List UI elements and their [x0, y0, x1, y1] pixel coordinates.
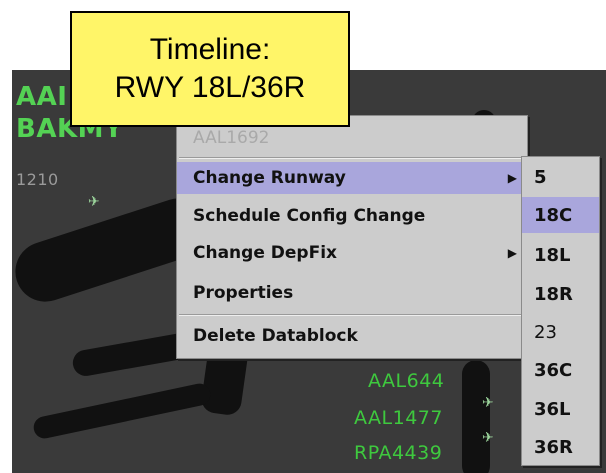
- runway-option-18r[interactable]: 18R: [522, 276, 599, 312]
- menu-item-label: Properties: [193, 283, 294, 303]
- menu-item-delete-datablock[interactable]: Delete Datablock: [177, 320, 527, 352]
- callout-line-2: RWY 18L/36R: [114, 71, 306, 104]
- datablock-aal1477[interactable]: AAL1477: [354, 407, 443, 429]
- menu-item-properties[interactable]: Properties: [177, 277, 527, 309]
- timeline-callout: Timeline: RWY 18L/36R: [70, 11, 350, 127]
- context-menu: AAL1692 Change Runway ▶ Schedule Config …: [176, 115, 528, 359]
- menu-separator: [179, 314, 525, 316]
- submenu-arrow-icon: ▶: [507, 246, 517, 260]
- runway-option-36l[interactable]: 36L: [522, 391, 599, 427]
- menu-item-label: Schedule Config Change: [193, 206, 426, 226]
- menu-separator: [179, 157, 525, 159]
- runway-option-18c[interactable]: 18C: [522, 197, 599, 233]
- taxiway: [462, 360, 490, 473]
- submenu-arrow-icon: ▶: [507, 171, 517, 185]
- runway-option-36c[interactable]: 36C: [522, 352, 599, 388]
- menu-item-change-depfix[interactable]: Change DepFix ▶: [177, 237, 527, 269]
- aircraft-icon[interactable]: ✈: [88, 194, 100, 210]
- aircraft-icon[interactable]: ✈: [482, 430, 494, 446]
- datablock-aal644[interactable]: AAL644: [368, 370, 444, 392]
- menu-item-label: Change Runway: [193, 168, 346, 188]
- runway-option-18l[interactable]: 18L: [522, 237, 599, 273]
- menu-item-schedule-config-change[interactable]: Schedule Config Change: [177, 200, 527, 232]
- menu-item-label: Change DepFix: [193, 243, 337, 263]
- datablock-altitude: 1210: [16, 170, 59, 189]
- datablock-callsign[interactable]: AAI: [16, 82, 67, 112]
- aircraft-icon[interactable]: ✈: [482, 395, 494, 411]
- runway-option-5[interactable]: 5: [522, 159, 599, 195]
- runway-option-23[interactable]: 23: [522, 314, 599, 350]
- menu-item-label: Delete Datablock: [193, 326, 358, 346]
- datablock-rpa4439[interactable]: RPA4439: [354, 442, 442, 464]
- runway-option-36r[interactable]: 36R: [522, 429, 599, 465]
- runway-submenu: 5 18C 18L 18R 23 36C 36L 36R: [521, 156, 600, 466]
- menu-item-change-runway[interactable]: Change Runway ▶: [177, 162, 527, 194]
- callout-line-1: Timeline:: [149, 33, 271, 66]
- taxiway: [31, 381, 213, 441]
